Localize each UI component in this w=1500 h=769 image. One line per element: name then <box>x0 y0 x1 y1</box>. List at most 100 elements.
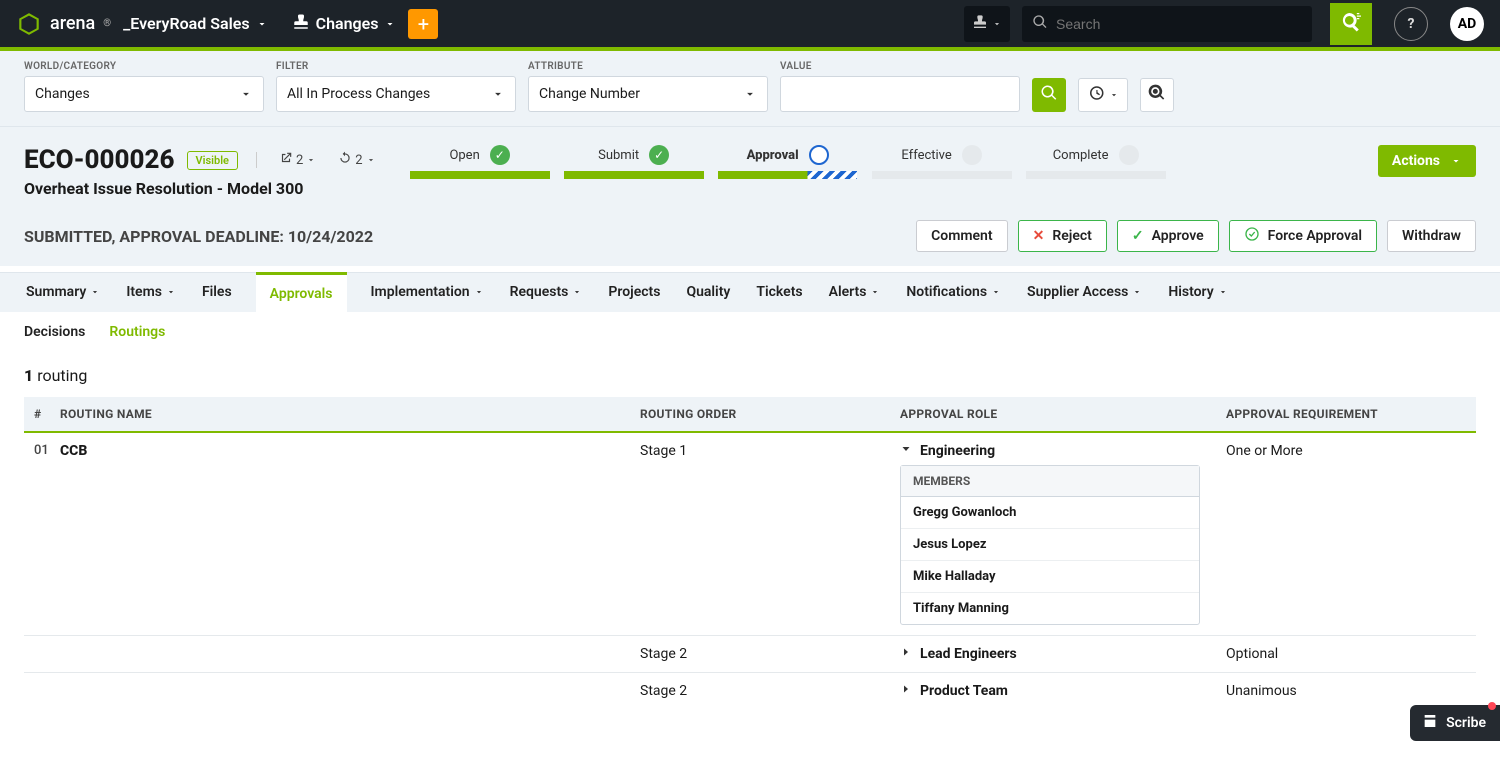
role-name: Product Team <box>920 683 1008 699</box>
chevron-down-icon <box>1450 155 1462 167</box>
routing-order: Stage 2 <box>640 646 900 662</box>
withdraw-button[interactable]: Withdraw <box>1387 220 1476 252</box>
gear-search-icon <box>1147 83 1167 107</box>
members-header: MEMBERS <box>901 466 1199 497</box>
chevron-down-icon <box>743 87 757 101</box>
scribe-icon <box>1422 713 1438 733</box>
routing-role-cell: Lead Engineers <box>900 646 1226 662</box>
filter-label: FILTER <box>276 61 516 72</box>
stage-indicator-icon <box>962 145 982 165</box>
force-approval-button[interactable]: Force Approval <box>1229 220 1377 252</box>
tab-notifications[interactable]: Notifications <box>904 272 1003 312</box>
chevron-down-icon <box>491 87 505 101</box>
workspace-name: _EveryRoad Sales <box>123 14 249 33</box>
chevron-down-icon <box>572 287 582 297</box>
sync-count[interactable]: 2 <box>328 151 375 169</box>
world-select[interactable]: Changes <box>24 76 264 112</box>
chevron-right-icon <box>900 646 912 662</box>
filter-search-button[interactable] <box>1032 78 1066 112</box>
approve-button[interactable]: ✓ Approve <box>1117 220 1219 252</box>
member-item[interactable]: Mike Halladay <box>901 561 1199 593</box>
status-text: SUBMITTED, APPROVAL DEADLINE: 10/24/2022 <box>24 227 906 246</box>
tab-items[interactable]: Items <box>124 272 178 312</box>
chevron-down-icon <box>991 287 1001 297</box>
stage-progress-bar <box>410 171 550 179</box>
arena-logo-icon <box>16 11 42 37</box>
tab-files[interactable]: Files <box>200 272 234 312</box>
header-req: APPROVAL REQUIREMENT <box>1226 407 1476 421</box>
stamp-icon <box>292 13 310 35</box>
settings-button[interactable] <box>1140 78 1174 112</box>
stage-indicator-icon: ✓ <box>649 145 669 165</box>
help-button[interactable]: ? <box>1394 7 1428 41</box>
scribe-widget[interactable]: Scribe <box>1410 705 1500 741</box>
tab-supplier-access[interactable]: Supplier Access <box>1025 272 1144 312</box>
chevron-down-icon <box>256 18 268 30</box>
tab-approvals[interactable]: Approvals <box>256 272 347 312</box>
role-toggle[interactable]: Lead Engineers <box>900 646 1226 662</box>
reject-button[interactable]: ✕ Reject <box>1018 220 1107 252</box>
role-name: Engineering <box>920 443 995 459</box>
tab-summary[interactable]: Summary <box>24 272 102 312</box>
tab-history[interactable]: History <box>1166 272 1229 312</box>
tab-tickets[interactable]: Tickets <box>754 272 804 312</box>
tab-quality[interactable]: Quality <box>684 272 732 312</box>
value-label: VALUE <box>780 61 1020 72</box>
member-item[interactable]: Tiffany Manning <box>901 593 1199 624</box>
actions-label: Actions <box>1392 153 1440 169</box>
routing-count: 1 routing <box>24 366 1476 385</box>
user-avatar[interactable]: AD <box>1450 7 1484 41</box>
subtab-routings[interactable]: Routings <box>109 324 165 348</box>
member-item[interactable]: Jesus Lopez <box>901 529 1199 561</box>
avatar-initials: AD <box>1458 16 1477 32</box>
workspace-selector[interactable]: _EveryRoad Sales <box>123 14 267 33</box>
brand-text: arena <box>50 13 95 34</box>
stage-label: Submit <box>598 148 639 163</box>
member-item[interactable]: Gregg Gowanloch <box>901 497 1199 529</box>
search-settings-icon <box>1341 12 1361 36</box>
chevron-down-icon <box>90 287 100 297</box>
actions-button[interactable]: Actions <box>1378 145 1476 177</box>
world-label: WORLD/CATEGORY <box>24 61 264 72</box>
value-input[interactable] <box>791 77 1009 111</box>
filter-value: All In Process Changes <box>287 86 430 102</box>
tab-requests[interactable]: Requests <box>508 272 585 312</box>
chevron-down-icon <box>1109 90 1119 100</box>
add-button[interactable]: + <box>408 9 438 39</box>
stage-indicator-icon <box>1119 145 1139 165</box>
share-count[interactable]: 2 <box>269 151 316 169</box>
routing-stage-row: 01CCBStage 1EngineeringMEMBERSGregg Gowa… <box>24 433 1476 635</box>
section-selector[interactable]: Changes <box>292 13 397 35</box>
routing-requirement: Optional <box>1226 646 1476 662</box>
record-status-row: SUBMITTED, APPROVAL DEADLINE: 10/24/2022… <box>0 204 1500 266</box>
search-icon <box>1032 14 1048 34</box>
global-search-input[interactable] <box>1056 16 1302 32</box>
value-input-wrapper <box>780 76 1020 112</box>
stage-label: Effective <box>901 148 951 163</box>
chevron-down-icon <box>474 287 484 297</box>
record-header: ECO-000026 Visible 2 2 Overheat Issue Re… <box>0 126 1500 204</box>
routings-content: 1 routing # ROUTING NAME ROUTING ORDER A… <box>0 348 1500 769</box>
tray-selector[interactable] <box>964 6 1010 42</box>
filter-bar: WORLD/CATEGORY Changes FILTER All In Pro… <box>0 51 1500 126</box>
role-toggle[interactable]: Product Team <box>900 683 1226 699</box>
advanced-search-button[interactable] <box>1330 3 1372 45</box>
chevron-down-icon <box>992 19 1002 29</box>
tab-implementation[interactable]: Implementation <box>369 272 486 312</box>
global-search[interactable] <box>1022 6 1312 42</box>
header-order: ROUTING ORDER <box>640 407 900 421</box>
tab-projects[interactable]: Projects <box>606 272 662 312</box>
attribute-select[interactable]: Change Number <box>528 76 768 112</box>
role-toggle[interactable]: Engineering <box>900 443 1226 459</box>
brand-logo[interactable]: arena ® <box>16 11 111 37</box>
subtab-decisions[interactable]: Decisions <box>24 324 85 348</box>
stage-progress-bar <box>718 171 858 179</box>
plus-icon: + <box>418 12 429 36</box>
stage-progress-bar <box>1026 171 1166 179</box>
filter-select[interactable]: All In Process Changes <box>276 76 516 112</box>
comment-button[interactable]: Comment <box>916 220 1007 252</box>
tab-alerts[interactable]: Alerts <box>827 272 883 312</box>
routing-order: Stage 1 <box>640 443 900 459</box>
tray-icon <box>972 14 988 34</box>
history-button[interactable] <box>1078 78 1128 112</box>
